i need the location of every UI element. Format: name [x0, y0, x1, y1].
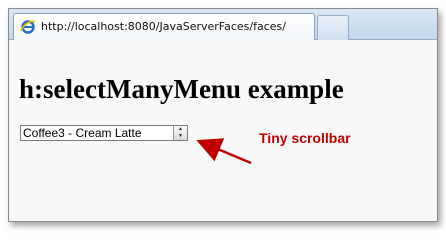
- annotation-arrow: [196, 138, 252, 165]
- annotation-label: Tiny scrollbar: [259, 130, 351, 146]
